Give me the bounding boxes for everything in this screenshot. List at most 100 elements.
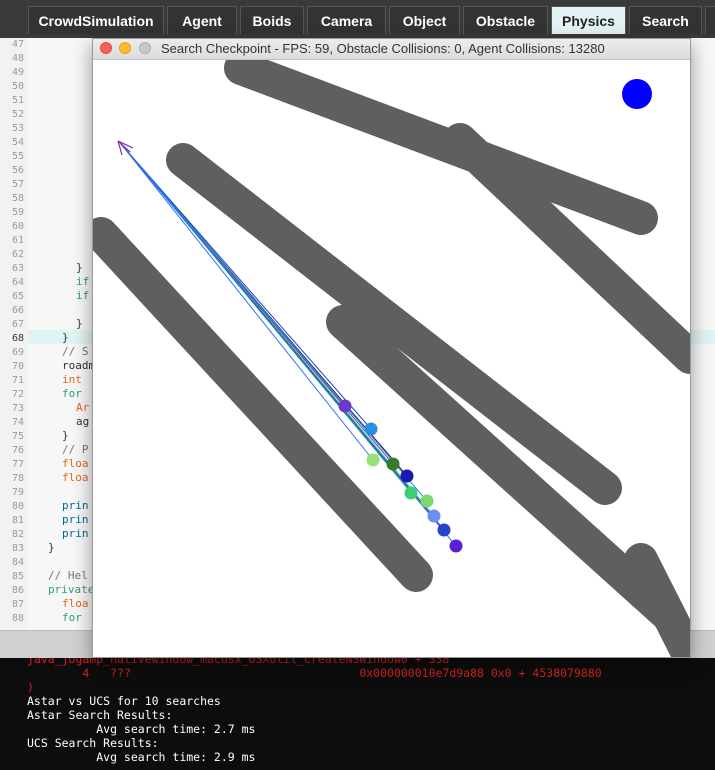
line-number: 70 bbox=[11, 361, 24, 372]
line-number: 55 bbox=[11, 151, 24, 162]
code-comment: // Hel bbox=[48, 569, 88, 582]
console-line: Avg search time: 2.7 ms bbox=[27, 722, 256, 736]
code-fragment: } bbox=[48, 541, 55, 554]
obstacle-wall bbox=[224, 60, 658, 235]
tab-obstacle[interactable]: Obstacle bbox=[463, 6, 548, 34]
tab-search[interactable]: Search bbox=[629, 6, 702, 34]
console-line: Astar vs UCS for 10 searches bbox=[27, 694, 221, 708]
code-fragment: private bbox=[48, 583, 95, 596]
code-fragment: if bbox=[76, 275, 90, 288]
tab-physics[interactable]: Physics bbox=[551, 6, 626, 34]
code-fragment: if bbox=[76, 289, 90, 302]
line-number: 71 bbox=[11, 375, 24, 386]
line-number: 80 bbox=[11, 501, 24, 512]
tab-object[interactable]: Object bbox=[389, 6, 460, 34]
code-fragment: floa bbox=[62, 457, 89, 470]
line-number: 60 bbox=[11, 221, 24, 232]
console-error-line: java_jogamp_nativewindow_macosx_OSXUtil_… bbox=[27, 658, 450, 666]
tab-agent[interactable]: Agent bbox=[167, 6, 237, 34]
line-number: 58 bbox=[11, 193, 24, 204]
line-number: 49 bbox=[11, 67, 24, 78]
code-fragment: } bbox=[62, 331, 69, 344]
line-number: 59 bbox=[11, 207, 24, 218]
line-number: 50 bbox=[11, 81, 24, 92]
line-number: 77 bbox=[11, 459, 24, 470]
tab-crowdsimulation[interactable]: CrowdSimulation bbox=[28, 6, 164, 34]
line-number: 83 bbox=[11, 543, 24, 554]
agent bbox=[400, 469, 414, 483]
code-fragment: } bbox=[76, 261, 83, 274]
console-line: UCS Search Results: bbox=[27, 736, 159, 750]
agent bbox=[420, 494, 434, 508]
minimize-button[interactable] bbox=[119, 42, 131, 54]
line-number: 85 bbox=[11, 571, 24, 582]
line-number: 73 bbox=[11, 403, 24, 414]
obstacle-wall bbox=[443, 123, 690, 374]
line-number: 51 bbox=[11, 95, 24, 106]
line-number: 68 bbox=[11, 333, 24, 344]
code-fragment: } bbox=[76, 317, 83, 330]
code-fragment: for bbox=[62, 611, 82, 624]
code-comment: // P bbox=[62, 443, 89, 456]
line-number: 64 bbox=[11, 277, 24, 288]
line-number: 82 bbox=[11, 529, 24, 540]
line-number: 67 bbox=[11, 319, 24, 330]
goal-marker bbox=[622, 79, 652, 109]
line-number: 76 bbox=[11, 445, 24, 456]
console-line: Astar Search Results: bbox=[27, 708, 173, 722]
line-number: 53 bbox=[11, 123, 24, 134]
tab-camera[interactable]: Camera bbox=[307, 6, 386, 34]
line-number: 69 bbox=[11, 347, 24, 358]
line-number: 52 bbox=[11, 109, 24, 120]
window-title-bar[interactable]: Search Checkpoint - FPS: 59, Obstacle Co… bbox=[93, 39, 690, 60]
agent bbox=[427, 509, 441, 523]
line-number: 88 bbox=[11, 613, 24, 624]
line-number: 47 bbox=[11, 39, 24, 50]
zoom-button[interactable] bbox=[139, 42, 151, 54]
line-number: 79 bbox=[11, 487, 24, 498]
line-number: 63 bbox=[11, 263, 24, 274]
line-number: 61 bbox=[11, 235, 24, 246]
line-number: 54 bbox=[11, 137, 24, 148]
code-fragment: prin bbox=[62, 527, 89, 540]
start-marker bbox=[117, 140, 134, 156]
obstacle-walls bbox=[93, 60, 690, 657]
line-number: 81 bbox=[11, 515, 24, 526]
line-number: 87 bbox=[11, 599, 24, 610]
line-number: 78 bbox=[11, 473, 24, 484]
line-number: 86 bbox=[11, 585, 24, 596]
agent bbox=[449, 539, 463, 553]
code-fragment: floa bbox=[62, 597, 89, 610]
agent bbox=[386, 457, 400, 471]
line-number: 84 bbox=[11, 557, 24, 568]
console-error-line: 4 ??? 0x000000010e7d9a88 0x0 + 453807988… bbox=[27, 666, 602, 680]
agent bbox=[366, 453, 380, 467]
line-number: 72 bbox=[11, 389, 24, 400]
console-error-line: ) bbox=[27, 680, 34, 694]
obstacle-wall bbox=[624, 543, 690, 657]
line-number: 75 bbox=[11, 431, 24, 442]
code-fragment: prin bbox=[62, 499, 89, 512]
agent bbox=[437, 523, 451, 537]
code-fragment: prin bbox=[62, 513, 89, 526]
line-number: 48 bbox=[11, 53, 24, 64]
code-fragment: Ar bbox=[76, 401, 90, 414]
agent bbox=[338, 399, 352, 413]
tab-boids[interactable]: Boids bbox=[240, 6, 304, 34]
agent bbox=[364, 422, 378, 436]
code-fragment: roadm bbox=[62, 359, 96, 372]
scene-svg bbox=[93, 60, 690, 657]
window-title: Search Checkpoint - FPS: 59, Obstacle Co… bbox=[161, 41, 605, 56]
line-number: 62 bbox=[11, 249, 24, 260]
tab-overflow[interactable] bbox=[705, 6, 715, 34]
code-fragment: } bbox=[62, 429, 69, 442]
console-output: java_jogamp_nativewindow_macosx_OSXUtil_… bbox=[0, 658, 715, 770]
line-number: 74 bbox=[11, 417, 24, 428]
simulation-canvas[interactable] bbox=[93, 60, 690, 657]
line-number: 65 bbox=[11, 291, 24, 302]
code-fragment: int bbox=[62, 373, 82, 386]
code-fragment: for bbox=[62, 387, 82, 400]
agent bbox=[404, 486, 418, 500]
close-button[interactable] bbox=[100, 42, 112, 54]
code-fragment: floa bbox=[62, 471, 89, 484]
